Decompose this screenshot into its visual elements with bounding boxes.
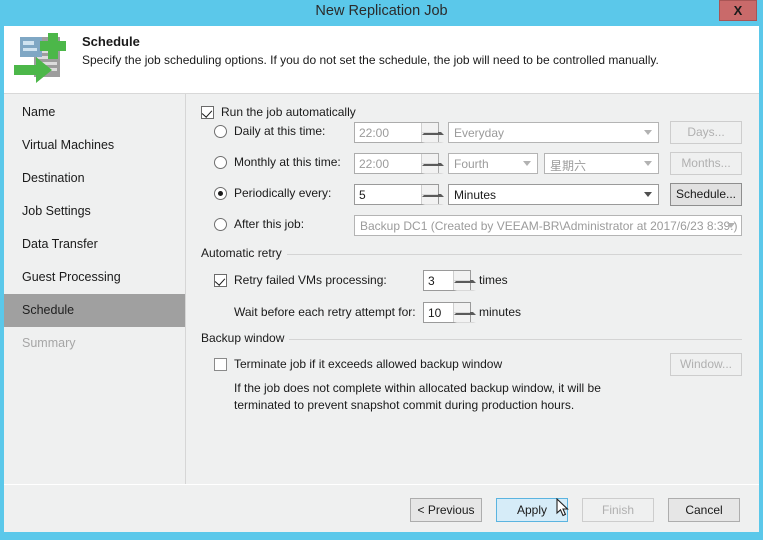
retry-wait-up-icon[interactable] [454, 303, 476, 315]
periodically-unit-value: Minutes [454, 188, 497, 202]
schedule-options-panel: Run the job automatically Daily at this … [187, 94, 759, 484]
dialog-footer: < Previous Apply Finish Cancel [4, 484, 759, 532]
sidebar-item-guest-processing[interactable]: Guest Processing [4, 261, 185, 294]
retry-wait-down-icon[interactable] [454, 312, 476, 323]
new-replication-job-dialog: New Replication Job X Schedule Specify t… [0, 0, 763, 540]
daily-time-spinner-buttons [421, 123, 444, 143]
page-title: Schedule [82, 34, 140, 49]
monthly-time-down-icon [422, 163, 444, 174]
window-bottom-edge [0, 532, 763, 540]
replication-job-icon [12, 31, 72, 89]
days-button: Days... [670, 121, 742, 144]
after-this-job-radio[interactable] [214, 218, 227, 231]
sidebar-item-summary: Summary [22, 336, 76, 350]
retry-failed-vms-checkbox[interactable] [214, 274, 227, 287]
daily-time-down-icon [422, 132, 444, 143]
monthly-label: Monthly at this time: [234, 155, 341, 169]
retry-wait-label: Wait before each retry attempt for: [234, 305, 416, 319]
monthly-weekday-value: 星期六 [550, 159, 587, 173]
dialog-header: Schedule Specify the job scheduling opti… [4, 26, 759, 93]
schedule-button[interactable]: Schedule... [670, 183, 742, 206]
finish-button: Finish [582, 498, 654, 522]
sidebar-item-virtual-machines[interactable]: Virtual Machines [4, 129, 185, 162]
retry-times-stepper[interactable]: 3 [423, 270, 476, 291]
backup-window-group-label: Backup window [201, 331, 290, 345]
wizard-sidebar: Name Virtual Machines Destination Job Se… [4, 94, 186, 484]
monthly-weekday-dropdown: 星期六 [544, 153, 659, 174]
retry-times-up-icon[interactable] [454, 271, 476, 283]
terminate-job-label: Terminate job if it exceeds allowed back… [234, 357, 503, 371]
daily-period-value: Everyday [454, 126, 505, 140]
title-bar: New Replication Job X [0, 0, 763, 26]
retry-times-value[interactable]: 3 [428, 274, 435, 288]
retry-wait-stepper[interactable]: 10 [423, 302, 476, 323]
periodically-interval-stepper[interactable]: 5 [354, 184, 444, 205]
after-this-job-dropdown: Backup DC1 (Created by VEEAM-BR\Administ… [354, 215, 742, 236]
terminate-job-checkbox[interactable] [214, 358, 227, 371]
retry-times-down-icon[interactable] [454, 280, 476, 291]
monthly-ordinal-value: Fourth [454, 157, 489, 171]
apply-button[interactable]: Apply [496, 498, 568, 522]
sidebar-item-name[interactable]: Name [4, 96, 185, 129]
monthly-ordinal-dropdown: Fourth [448, 153, 538, 174]
months-button: Months... [670, 152, 742, 175]
sidebar-item-data-transfer[interactable]: Data Transfer [4, 228, 185, 261]
run-automatically-checkbox[interactable] [201, 106, 214, 119]
daily-radio[interactable] [214, 125, 227, 138]
periodically-spinner-buttons[interactable] [421, 185, 444, 205]
monthly-time-spinner-buttons [421, 154, 444, 174]
sidebar-item-job-settings[interactable]: Job Settings [4, 195, 185, 228]
chevron-down-icon [644, 192, 652, 197]
daily-period-dropdown: Everyday [448, 122, 659, 143]
backup-window-description-line1: If the job does not complete within allo… [234, 381, 601, 395]
window-title: New Replication Job [315, 3, 448, 19]
monthly-radio[interactable] [214, 156, 227, 169]
backup-window-description-line2: terminated to prevent snapshot commit du… [234, 398, 575, 412]
retry-wait-suffix: minutes [479, 305, 522, 319]
chevron-down-icon [644, 161, 652, 166]
chevron-down-icon [727, 223, 735, 228]
periodically-down-icon[interactable] [422, 194, 444, 205]
retry-times-spinner-buttons[interactable] [453, 271, 476, 291]
sidebar-item-schedule[interactable]: Schedule [4, 294, 185, 327]
retry-failed-vms-label: Retry failed VMs processing: [234, 273, 387, 287]
monthly-time-stepper: 22:00 [354, 153, 444, 174]
retry-wait-spinner-buttons[interactable] [453, 303, 476, 323]
automatic-retry-group-label: Automatic retry [201, 246, 287, 260]
page-subtitle: Specify the job scheduling options. If y… [82, 53, 659, 67]
close-icon[interactable]: X [719, 0, 757, 21]
monthly-time-value: 22:00 [359, 157, 390, 171]
daily-label: Daily at this time: [234, 124, 326, 138]
dialog-body: Name Virtual Machines Destination Job Se… [4, 93, 759, 484]
periodically-unit-dropdown[interactable]: Minutes [448, 184, 659, 205]
periodically-radio[interactable] [214, 187, 227, 200]
previous-button[interactable]: < Previous [410, 498, 482, 522]
after-this-job-label: After this job: [234, 217, 305, 231]
retry-wait-value[interactable]: 10 [428, 306, 441, 320]
periodically-interval-value[interactable]: 5 [359, 188, 366, 202]
daily-time-value: 22:00 [359, 126, 390, 140]
run-automatically-label: Run the job automatically [221, 105, 356, 119]
monthly-time-up-icon [422, 154, 444, 166]
chevron-down-icon [644, 130, 652, 135]
sidebar-item-destination[interactable]: Destination [4, 162, 185, 195]
daily-time-stepper: 22:00 [354, 122, 444, 143]
periodically-up-icon[interactable] [422, 185, 444, 197]
after-this-job-value: Backup DC1 (Created by VEEAM-BR\Administ… [360, 219, 738, 233]
periodically-label: Periodically every: [234, 186, 332, 200]
cancel-button[interactable]: Cancel [668, 498, 740, 522]
retry-times-suffix: times [479, 273, 508, 287]
window-button: Window... [670, 353, 742, 376]
daily-time-up-icon [422, 123, 444, 135]
chevron-down-icon [523, 161, 531, 166]
